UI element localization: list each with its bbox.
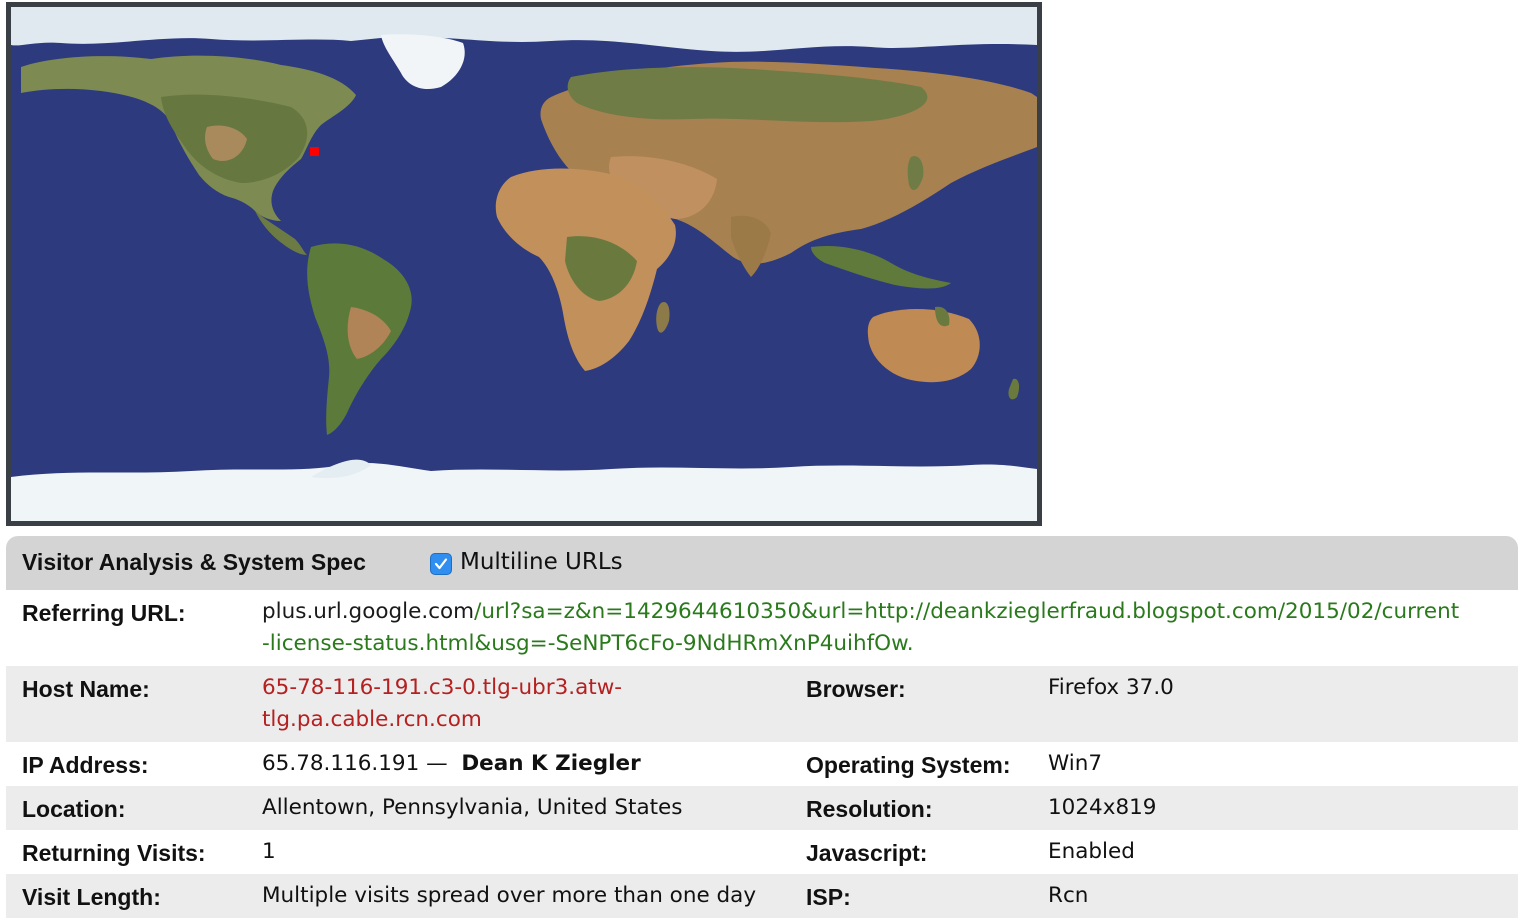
location-label: Location: bbox=[22, 796, 126, 822]
checkmark-icon bbox=[434, 558, 448, 570]
host-name-line1: 65-78-116-191.c3-0.tlg-ubr3.atw- bbox=[262, 675, 623, 700]
row-host-name: Host Name: 65-78-116-191.c3-0.tlg-ubr3.a… bbox=[6, 666, 1518, 742]
resolution-value: 1024x819 bbox=[1048, 795, 1157, 820]
ip-owner-name: Dean K Ziegler bbox=[461, 751, 641, 776]
panel-title: Visitor Analysis & System Spec bbox=[22, 549, 366, 575]
javascript-label: Javascript: bbox=[806, 840, 928, 866]
returning-visits-label: Returning Visits: bbox=[22, 840, 206, 866]
operating-system-value: Win7 bbox=[1048, 751, 1103, 776]
row-location: Location: Allentown, Pennsylvania, Unite… bbox=[6, 786, 1518, 830]
multiline-urls-checkbox[interactable] bbox=[430, 553, 452, 575]
world-map bbox=[6, 2, 1042, 526]
location-value: Allentown, Pennsylvania, United States bbox=[262, 795, 683, 820]
row-ip-address: IP Address: 65.78.116.191 — Dean K Ziegl… bbox=[6, 742, 1518, 786]
returning-visits-value: 1 bbox=[262, 839, 276, 864]
row-returning-visits: Returning Visits: 1 Javascript: Enabled bbox=[6, 830, 1518, 874]
resolution-label: Resolution: bbox=[806, 796, 933, 822]
host-name-label: Host Name: bbox=[22, 676, 150, 702]
referring-url-link[interactable]: plus.url.google.com/url?sa=z&n=142964461… bbox=[262, 596, 1512, 660]
javascript-value: Enabled bbox=[1048, 839, 1135, 864]
panel-header: Visitor Analysis & System Spec Multiline… bbox=[6, 536, 1518, 590]
visit-length-label: Visit Length: bbox=[22, 884, 161, 910]
referring-url-path-line1: /url?sa=z&n=1429644610350&url=http://dea… bbox=[474, 599, 1460, 624]
browser-label: Browser: bbox=[806, 676, 906, 702]
isp-label: ISP: bbox=[806, 884, 851, 910]
ip-address-value: 65.78.116.191 bbox=[262, 751, 420, 776]
ip-address-value-group: 65.78.116.191 — Dean K Ziegler bbox=[262, 748, 641, 780]
referring-url-path-line2: -license-status.html&usg=-SeNPT6cFo-9NdH… bbox=[262, 631, 914, 656]
row-referring-url: Referring URL: plus.url.google.com/url?s… bbox=[6, 590, 1518, 666]
isp-value: Rcn bbox=[1048, 883, 1089, 908]
ip-address-label: IP Address: bbox=[22, 752, 149, 778]
operating-system-label: Operating System: bbox=[806, 752, 1011, 778]
visit-length-value: Multiple visits spread over more than on… bbox=[262, 883, 757, 908]
multiline-urls-label[interactable]: Multiline URLs bbox=[460, 549, 623, 575]
visitor-analysis-panel: Visitor Analysis & System Spec Multiline… bbox=[6, 536, 1518, 918]
host-name-line2: tlg.pa.cable.rcn.com bbox=[262, 707, 482, 732]
browser-value: Firefox 37.0 bbox=[1048, 675, 1174, 700]
visitor-location-marker bbox=[310, 147, 319, 156]
world-map-image bbox=[11, 7, 1037, 521]
ip-separator: — bbox=[426, 751, 448, 776]
host-name-link[interactable]: 65-78-116-191.c3-0.tlg-ubr3.atw- tlg.pa.… bbox=[262, 672, 622, 736]
row-visit-length: Visit Length: Multiple visits spread ove… bbox=[6, 874, 1518, 918]
referring-url-host: plus.url.google.com bbox=[262, 599, 475, 624]
referring-url-label: Referring URL: bbox=[22, 600, 186, 626]
